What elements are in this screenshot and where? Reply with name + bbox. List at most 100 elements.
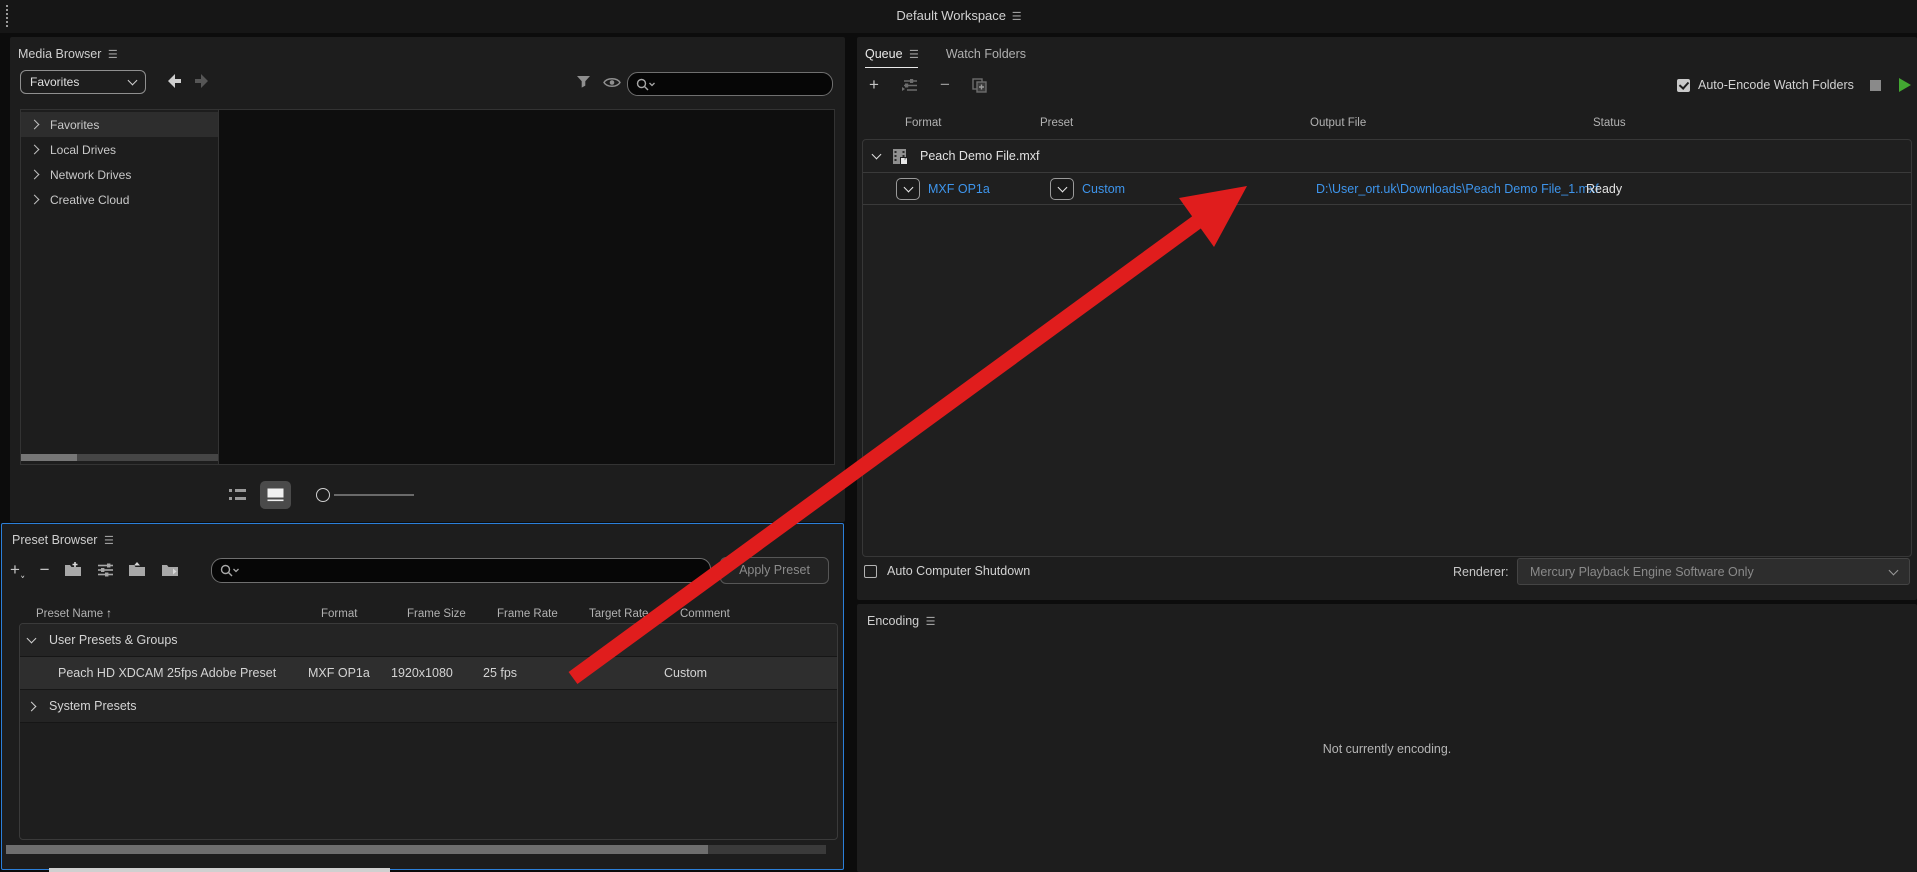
media-search-input[interactable] [627,72,833,96]
chevron-right-icon[interactable] [30,145,40,155]
chevron-right-icon[interactable] [30,170,40,180]
app-titlebar: Default Workspace ☰ [0,0,1917,33]
search-icon [636,78,656,91]
media-content-area[interactable] [219,110,834,464]
search-icon [220,564,240,577]
chevron-right-icon[interactable] [27,701,37,711]
preset-row-selected[interactable]: Peach HD XDCAM 25fps Adobe Preset MXF OP… [20,657,837,690]
preset-name: Peach HD XDCAM 25fps Adobe Preset [58,666,276,680]
media-browser-title: Media Browser [18,47,101,61]
preset-search-input[interactable] [211,558,711,583]
queue-output-row[interactable]: MXF OP1a Custom D:\User_ort.uk\Downloads… [863,173,1911,205]
renderer-label: Renderer: [1453,565,1509,579]
tree-item-favorites[interactable]: Favorites [21,112,218,137]
preset-hscrollbar[interactable] [6,845,826,854]
tab-queue[interactable]: Queue ☰ [865,45,918,68]
delete-preset-button[interactable]: − [40,560,50,580]
column-format[interactable]: Format [905,117,941,129]
format-dropdown-button[interactable] [896,178,920,200]
column-preset-name[interactable]: Preset Name [36,608,103,620]
preset-group-system[interactable]: System Presets [20,690,837,723]
format-link[interactable]: MXF OP1a [928,182,990,196]
column-target-rate[interactable]: Target Rate [589,608,648,620]
media-tree: Favorites Local Drives Network Drives Cr… [21,110,219,464]
workspace-menu-icon[interactable]: ☰ [1010,11,1021,23]
preset-browser-title: Preset Browser [12,533,97,547]
duplicate-button[interactable] [972,78,988,93]
forward-arrow-button[interactable] [193,73,210,89]
queue-panel-menu-icon[interactable]: ☰ [907,49,918,61]
tree-item-label: Favorites [50,118,99,132]
zoom-slider-handle[interactable] [316,488,330,502]
preset-dropdown-button[interactable] [1050,178,1074,200]
queue-source-row[interactable]: Peach Demo File.mxf [863,140,1911,173]
auto-shutdown-checkbox[interactable] [864,565,877,578]
tab-watch-folders[interactable]: Watch Folders [946,47,1026,66]
remove-button[interactable]: − [940,75,950,95]
start-queue-icon[interactable] [1899,78,1911,92]
media-tree-hscrollbar[interactable] [21,454,218,461]
media-source-select[interactable]: Favorites [20,70,146,94]
column-preset[interactable]: Preset [1040,117,1073,129]
media-search-field[interactable] [656,77,813,91]
preset-link[interactable]: Custom [1082,182,1125,196]
apply-preset-button[interactable]: Apply Preset [720,557,829,584]
create-preset-button[interactable]: +˯ [10,560,26,580]
column-frame-size[interactable]: Frame Size [407,608,466,620]
preset-group-user[interactable]: User Presets & Groups [20,624,837,657]
status-value: Ready [1586,182,1622,196]
add-output-button[interactable] [901,78,918,93]
media-view-controls [10,475,825,515]
chevron-down-icon[interactable] [872,150,882,160]
thumbnail-view-icon[interactable] [260,481,291,509]
preset-browser-panel-menu-icon[interactable]: ☰ [102,535,113,547]
column-output-file[interactable]: Output File [1310,117,1366,129]
preset-settings-button[interactable] [97,562,114,578]
chevron-down-icon[interactable] [27,634,37,644]
back-arrow-button[interactable] [166,73,183,89]
sort-ascending-icon[interactable]: ↑ [106,606,112,620]
preset-group-label: System Presets [49,699,137,713]
media-browser-panel-menu-icon[interactable]: ☰ [106,49,117,61]
preset-frame-size: 1920x1080 [391,666,453,680]
add-source-button[interactable]: + [869,75,879,95]
output-file-link[interactable]: D:\User_ort.uk\Downloads\Peach Demo File… [1316,182,1599,196]
chevron-right-icon[interactable] [30,120,40,130]
column-comment[interactable]: Comment [680,608,730,620]
queue-list: Peach Demo File.mxf MXF OP1a Custom D:\U… [862,139,1912,557]
tree-item-label: Local Drives [50,143,116,157]
preset-list: User Presets & Groups Peach HD XDCAM 25f… [19,623,838,840]
auto-encode-label: Auto-Encode Watch Folders [1698,78,1854,92]
create-group-button[interactable] [64,562,83,578]
tree-item-creative-cloud[interactable]: Creative Cloud [21,187,218,212]
scrollbar-thumb[interactable] [6,845,708,854]
preset-browser-panel: Preset Browser ☰ +˯ − Apply Preset Prese… [1,523,844,870]
scrollbar-thumb[interactable] [21,454,77,461]
encoding-panel-menu-icon[interactable]: ☰ [924,616,935,628]
renderer-select[interactable]: Mercury Playback Engine Software Only [1517,558,1910,585]
tree-item-network-drives[interactable]: Network Drives [21,162,218,187]
media-browser-panel: Media Browser ☰ Favorites [10,37,845,522]
media-source-select-value: Favorites [30,75,79,89]
list-view-icon[interactable] [228,487,247,503]
stop-icon[interactable] [1870,80,1881,91]
workspace-switcher[interactable]: Default Workspace ☰ [0,8,1917,23]
preset-format: MXF OP1a [308,666,370,680]
zoom-slider-track[interactable] [334,494,414,496]
export-preset-button[interactable] [161,562,180,578]
preset-search-field[interactable] [240,564,632,578]
import-preset-button[interactable] [128,562,147,578]
column-status[interactable]: Status [1593,117,1626,129]
chevron-down-icon [1889,565,1899,575]
auto-encode-checkbox[interactable] [1677,79,1690,92]
eye-icon[interactable] [603,76,621,89]
auto-shutdown-label: Auto Computer Shutdown [887,564,1030,578]
column-frame-rate[interactable]: Frame Rate [497,608,558,620]
tree-item-local-drives[interactable]: Local Drives [21,137,218,162]
tree-item-label: Creative Cloud [50,193,129,207]
workspace-name: Default Workspace [896,8,1006,23]
column-format[interactable]: Format [321,608,357,620]
filter-icon[interactable] [576,75,591,89]
chevron-right-icon[interactable] [30,195,40,205]
encoding-status-message: Not currently encoding. [857,742,1917,756]
